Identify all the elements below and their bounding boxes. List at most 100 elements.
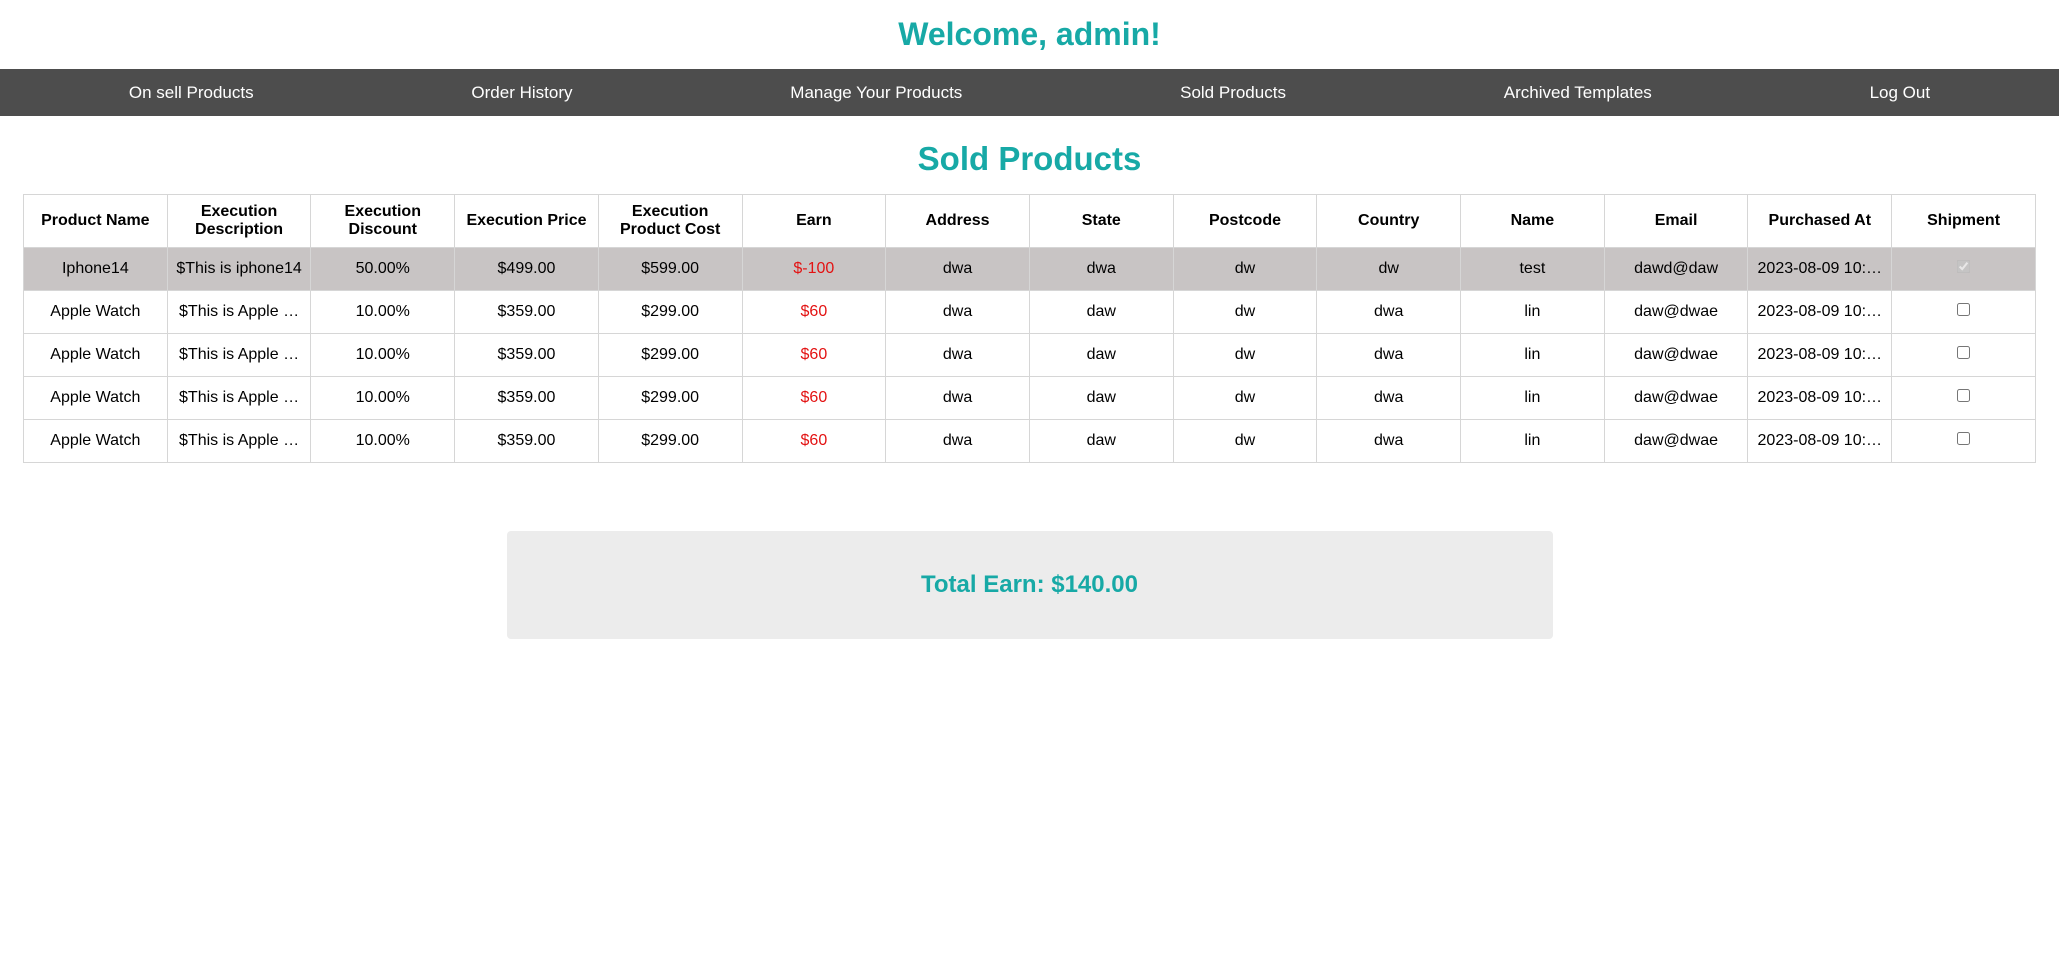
cell-shipment: [1891, 290, 2036, 334]
cell-state: daw: [1028, 376, 1174, 420]
column-header-purchased-at: Purchased At: [1747, 194, 1893, 248]
total-earn-panel: Total Earn: $140.00: [506, 531, 1553, 639]
cell-discount: 50.00%: [310, 247, 456, 291]
cell-cost: $299.00: [597, 290, 743, 334]
shipment-checkbox[interactable]: [1957, 346, 1971, 359]
cell-earn: $60: [741, 419, 887, 463]
shipment-checkbox[interactable]: [1957, 303, 1971, 316]
cell-purchased-at: 2023-08-09 10:…: [1747, 419, 1893, 463]
column-header-execution-price: Execution Price: [454, 194, 599, 248]
column-header-execution-product-cost: Execution Product Cost: [597, 194, 743, 248]
cell-shipment: [1891, 333, 2036, 377]
cell-country: dwa: [1316, 333, 1462, 377]
cell-address: dwa: [885, 419, 1030, 463]
cell-state: daw: [1028, 419, 1174, 463]
cell-country: dw: [1316, 247, 1462, 291]
cell-earn: $60: [741, 376, 887, 420]
cell-address: dwa: [885, 247, 1030, 291]
column-header-execution-description: Execution Description: [166, 194, 312, 248]
cell-state: dwa: [1028, 247, 1174, 291]
cell-email: daw@dwae: [1603, 290, 1749, 334]
cell-name: lin: [1460, 419, 1605, 463]
cell-address: dwa: [885, 333, 1030, 377]
cell-postcode: dw: [1172, 376, 1318, 420]
cell-purchased-at: 2023-08-09 10:…: [1747, 290, 1893, 334]
cell-address: dwa: [885, 376, 1030, 420]
sold-products-table: Product Name Execution Description Execu…: [23, 194, 2036, 463]
cell-price: $499.00: [454, 247, 599, 291]
nav-sold-products[interactable]: Sold Products: [1168, 75, 1298, 111]
cell-cost: $599.00: [597, 247, 743, 291]
cell-purchased-at: 2023-08-09 10:…: [1747, 376, 1893, 420]
cell-earn: $60: [741, 290, 887, 334]
cell-email: daw@dwae: [1603, 376, 1749, 420]
cell-product-name: Apple Watch: [23, 376, 168, 420]
cell-address: dwa: [885, 290, 1030, 334]
cell-purchased-at: 2023-08-09 10:…: [1747, 333, 1893, 377]
nav-log-out[interactable]: Log Out: [1858, 75, 1943, 111]
cell-country: dwa: [1316, 419, 1462, 463]
table-row[interactable]: Apple Watch $This is Apple … 10.00% $359…: [23, 419, 2036, 463]
column-header-postcode: Postcode: [1172, 194, 1318, 248]
column-header-email: Email: [1603, 194, 1749, 248]
cell-shipment: [1891, 419, 2036, 463]
cell-cost: $299.00: [597, 376, 743, 420]
column-header-name: Name: [1460, 194, 1605, 248]
cell-cost: $299.00: [597, 419, 743, 463]
column-header-earn: Earn: [741, 194, 887, 248]
cell-product-name: Apple Watch: [23, 419, 168, 463]
column-header-execution-discount: Execution Discount: [310, 194, 456, 248]
table-row[interactable]: Apple Watch $This is Apple … 10.00% $359…: [23, 290, 2036, 334]
cell-email: dawd@daw: [1603, 247, 1749, 291]
cell-purchased-at: 2023-08-09 10:…: [1747, 247, 1893, 291]
cell-name: lin: [1460, 333, 1605, 377]
cell-country: dwa: [1316, 376, 1462, 420]
cell-state: daw: [1028, 333, 1174, 377]
cell-shipment: [1891, 376, 2036, 420]
cell-discount: 10.00%: [310, 376, 456, 420]
table-row[interactable]: Apple Watch $This is Apple … 10.00% $359…: [23, 333, 2036, 377]
cell-name: lin: [1460, 290, 1605, 334]
cell-price: $359.00: [454, 333, 599, 377]
cell-state: daw: [1028, 290, 1174, 334]
cell-earn: $60: [741, 333, 887, 377]
cell-email: daw@dwae: [1603, 333, 1749, 377]
cell-shipment: [1891, 247, 2036, 291]
column-header-country: Country: [1316, 194, 1462, 248]
column-header-address: Address: [885, 194, 1030, 248]
cell-description: $This is Apple …: [166, 333, 312, 377]
shipment-checkbox[interactable]: [1957, 432, 1971, 445]
cell-cost: $299.00: [597, 333, 743, 377]
cell-price: $359.00: [454, 376, 599, 420]
cell-product-name: Iphone14: [23, 247, 168, 291]
cell-earn: $-100: [741, 247, 887, 291]
cell-postcode: dw: [1172, 290, 1318, 334]
nav-archived-templates[interactable]: Archived Templates: [1492, 75, 1664, 111]
nav-order-history[interactable]: Order History: [459, 75, 584, 111]
nav-manage-products[interactable]: Manage Your Products: [778, 75, 974, 111]
cell-discount: 10.00%: [310, 333, 456, 377]
cell-discount: 10.00%: [310, 419, 456, 463]
cell-price: $359.00: [454, 419, 599, 463]
cell-country: dwa: [1316, 290, 1462, 334]
cell-product-name: Apple Watch: [23, 290, 168, 334]
cell-postcode: dw: [1172, 333, 1318, 377]
cell-product-name: Apple Watch: [23, 333, 168, 377]
cell-price: $359.00: [454, 290, 599, 334]
shipment-checkbox[interactable]: [1957, 389, 1971, 402]
welcome-heading: Welcome, admin!: [898, 16, 1161, 52]
cell-name: test: [1460, 247, 1605, 291]
shipment-checkbox[interactable]: [1957, 260, 1971, 273]
column-header-product-name: Product Name: [23, 194, 168, 248]
cell-email: daw@dwae: [1603, 419, 1749, 463]
cell-name: lin: [1460, 376, 1605, 420]
column-header-shipment: Shipment: [1891, 194, 2036, 248]
table-row[interactable]: Iphone14 $This is iphone14 50.00% $499.0…: [23, 247, 2036, 291]
table-row[interactable]: Apple Watch $This is Apple … 10.00% $359…: [23, 376, 2036, 420]
top-navbar: On sell Products Order History Manage Yo…: [0, 69, 2059, 116]
cell-description: $This is Apple …: [166, 290, 312, 334]
cell-description: $This is Apple …: [166, 376, 312, 420]
nav-on-sell-products[interactable]: On sell Products: [117, 75, 266, 111]
page-title: Sold Products: [917, 140, 1142, 177]
cell-description: $This is iphone14: [166, 247, 312, 291]
